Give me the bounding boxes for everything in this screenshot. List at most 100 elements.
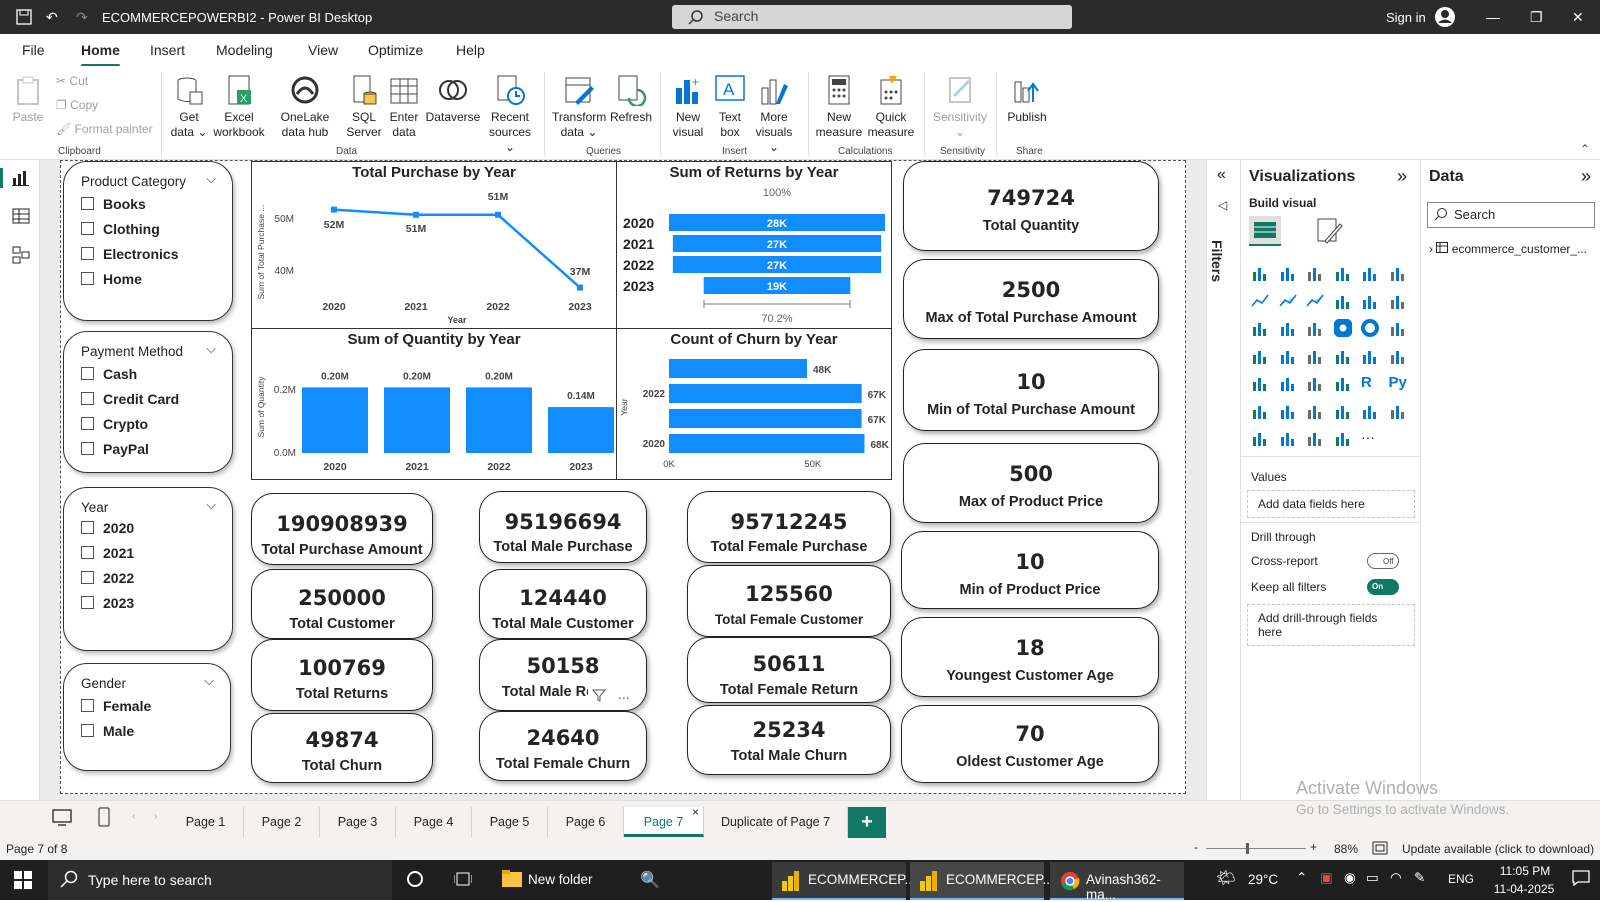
snipping-tool-icon[interactable]: 🔍	[640, 870, 660, 890]
get-data-button[interactable]: Get data ⌄	[168, 74, 210, 140]
network-icon[interactable]: ◉	[1344, 870, 1356, 886]
weather-icon[interactable]: 🌤	[1216, 868, 1236, 888]
zoom-slider-thumb[interactable]	[1246, 843, 1249, 854]
clustered-bar-icon[interactable]	[1306, 264, 1326, 284]
slicer-option-electronics[interactable]: Electronics	[81, 246, 178, 262]
clock-date[interactable]: 11-04-2025	[1484, 882, 1564, 896]
cross-report-toggle[interactable]: Off	[1367, 553, 1399, 569]
checkbox[interactable]	[81, 367, 94, 380]
slicer-icon[interactable]	[1279, 374, 1299, 394]
chevron-down-icon[interactable]: ⌵	[206, 341, 216, 357]
pen-icon[interactable]: ✎	[1414, 870, 1425, 886]
stacked-area-icon[interactable]	[1306, 292, 1326, 312]
chart-sum-of-quantity-by-year[interactable]: Sum of Quantity by Year Sum of Quantity 0…	[251, 328, 617, 480]
temperature[interactable]: 29°C	[1248, 872, 1278, 887]
alert-icon[interactable]: ▣	[1320, 870, 1333, 886]
menu-optimize[interactable]: Optimize	[368, 42, 423, 58]
show-hidden-icons-icon[interactable]: ⌃	[1296, 870, 1307, 886]
format-visual-tab[interactable]	[1315, 216, 1343, 249]
enter-data-button[interactable]: Enter data	[386, 74, 422, 140]
100-bar-icon[interactable]	[1361, 264, 1381, 284]
tab-page-3[interactable]: Page 3	[320, 807, 396, 837]
dataverse-button[interactable]: Dataverse	[424, 74, 482, 125]
menu-insert[interactable]: Insert	[150, 42, 185, 58]
more-visuals-button[interactable]: More visuals ⌄	[750, 74, 798, 155]
report-view-icon[interactable]	[12, 170, 30, 191]
taskbar-search[interactable]: Type here to search	[48, 860, 392, 900]
desktop-layout-icon[interactable]	[52, 809, 72, 832]
sql-server-button[interactable]: SQL Server	[344, 74, 384, 140]
collapse-ribbon-icon[interactable]: ⌃	[1580, 142, 1590, 156]
redo-icon[interactable]: ↷	[76, 9, 88, 26]
pie-icon[interactable]	[1332, 317, 1354, 339]
add-page-button[interactable]: +	[848, 807, 886, 839]
card-total-female-purchase[interactable]: 95712245 Total Female Purchase	[687, 491, 891, 563]
filters-pane-collapsed[interactable]: « ◁ Filters	[1206, 160, 1240, 800]
chart-sum-of-returns-by-year[interactable]: Sum of Returns by Year 100% 28K 2020 27K 202…	[616, 161, 892, 329]
menu-help[interactable]: Help	[456, 42, 485, 58]
slicer-payment-method[interactable]: Payment Method ⌵ Cash Credit Card Crypto…	[63, 331, 233, 473]
tab-page-2[interactable]: Page 2	[244, 807, 320, 837]
more-visuals-icon[interactable]: ···	[1361, 429, 1381, 449]
language-indicator[interactable]: ENG	[1448, 872, 1474, 886]
table-view-icon[interactable]	[12, 208, 30, 229]
more-options-icon[interactable]: ...	[618, 686, 630, 702]
decomposition-tree-icon[interactable]	[1279, 402, 1299, 422]
card-total-male-return[interactable]: 50158 Total Male Re ...	[479, 639, 647, 711]
metrics-icon[interactable]	[1361, 402, 1381, 422]
map-icon[interactable]	[1251, 347, 1271, 367]
keep-all-filters-toggle[interactable]: On	[1367, 579, 1399, 595]
card-total-female-return[interactable]: 50611 Total Female Return	[687, 637, 891, 703]
gauge-icon[interactable]	[1334, 347, 1354, 367]
card-total-returns[interactable]: 100769 Total Returns	[251, 639, 433, 711]
values-drop-well[interactable]: Add data fields here	[1247, 490, 1415, 518]
azure-map-icon[interactable]	[1306, 347, 1326, 367]
recent-sources-button[interactable]: Recent sources ⌄	[484, 74, 536, 155]
stacked-column-icon[interactable]	[1279, 264, 1299, 284]
tab-page-5[interactable]: Page 5	[472, 807, 548, 837]
tab-page-1[interactable]: Page 1	[168, 807, 244, 837]
card-total-female-customer[interactable]: 125560 Total Female Customer	[687, 565, 891, 637]
model-view-icon[interactable]	[12, 246, 30, 269]
collapse-visualizations-icon[interactable]: »	[1397, 166, 1407, 187]
treemap-icon[interactable]	[1389, 319, 1409, 339]
notifications-icon[interactable]	[1572, 870, 1590, 891]
build-visual-tab[interactable]	[1249, 216, 1281, 246]
slicer-product-category[interactable]: Product Category ⌵ Books Clothing Electr…	[63, 161, 233, 321]
checkbox[interactable]	[81, 247, 94, 260]
card-total-quantity[interactable]: 749724 Total Quantity	[903, 161, 1159, 251]
next-page-icon[interactable]: ›	[154, 811, 157, 822]
card-max-total-purchase-amount[interactable]: 2500 Max of Total Purchase Amount	[903, 259, 1159, 339]
chart-total-purchase-by-year[interactable]: Total Purchase by Year Sum of Total Purc…	[251, 161, 617, 329]
card-total-male-customer[interactable]: 124440 Total Male Customer	[479, 569, 647, 639]
filter-icon[interactable]	[591, 688, 607, 707]
line-clustered-icon[interactable]	[1361, 292, 1381, 312]
slicer-option-2022[interactable]: 2022	[81, 570, 134, 586]
zoom-in-icon[interactable]: +	[1310, 840, 1317, 854]
waterfall-icon[interactable]	[1251, 319, 1271, 339]
ribbon-icon[interactable]	[1389, 292, 1409, 312]
excel-workbook-button[interactable]: X Excel workbook	[212, 74, 266, 140]
save-icon[interactable]	[16, 9, 32, 28]
chart-count-of-churn-by-year[interactable]: Count of Churn by Year Year 48K 67K 2022 67K…	[616, 328, 892, 480]
zoom-slider[interactable]	[1206, 848, 1306, 849]
donut-icon[interactable]	[1361, 319, 1381, 339]
tab-page-4[interactable]: Page 4	[396, 807, 472, 837]
menu-modeling[interactable]: Modeling	[216, 42, 273, 58]
stacked-bar-icon[interactable]	[1251, 264, 1271, 284]
text-box-button[interactable]: A Text box	[712, 74, 748, 140]
checkbox[interactable]	[81, 442, 94, 455]
power-apps-icon[interactable]	[1279, 429, 1299, 449]
drill-through-drop-well[interactable]: Add drill-through fields here	[1247, 604, 1415, 646]
card-total-female-churn[interactable]: 24640 Total Female Churn	[479, 711, 647, 781]
slicer-gender[interactable]: Gender ⌵ Female Male	[63, 663, 231, 771]
checkbox[interactable]	[81, 272, 94, 285]
slicer-option-2020[interactable]: 2020	[81, 520, 134, 536]
checkbox[interactable]	[81, 197, 94, 210]
slicer-option-crypto[interactable]: Crypto	[81, 416, 148, 432]
prev-page-icon[interactable]: ‹	[132, 811, 135, 822]
smart-narrative-icon[interactable]	[1334, 402, 1354, 422]
checkbox[interactable]	[81, 724, 94, 737]
checkbox[interactable]	[81, 392, 94, 405]
wifi-icon[interactable]: ◠	[1390, 870, 1402, 886]
